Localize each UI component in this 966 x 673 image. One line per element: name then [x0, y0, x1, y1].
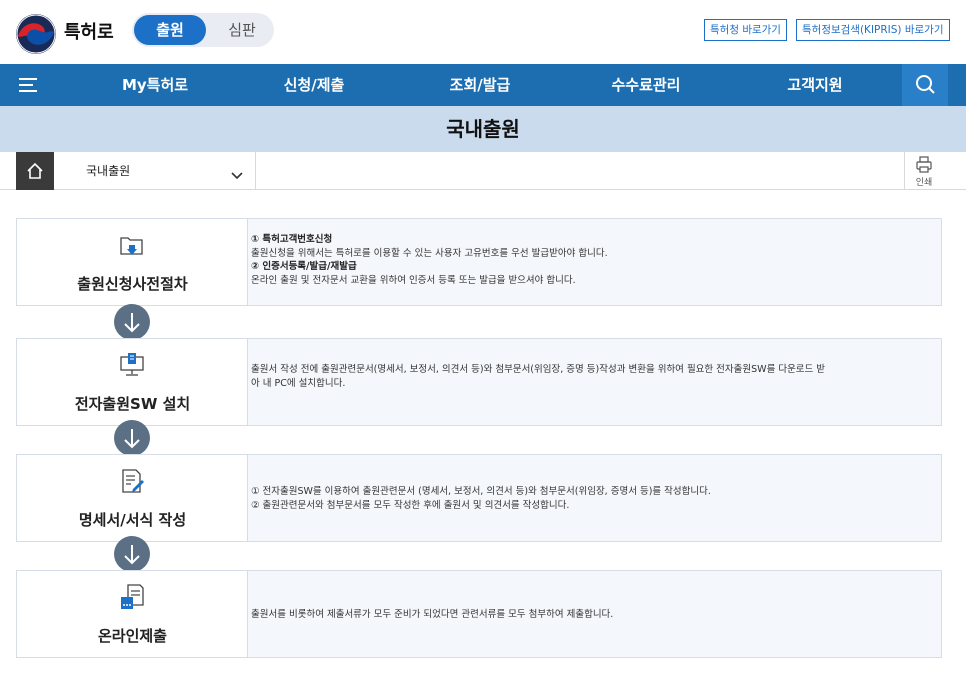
step-card-online-submit: 온라인제출 출원서를 비롯하여 제출서류가 모두 준비가 되었다면 관련서류를 …: [16, 570, 942, 658]
step-title: 출원신청사전절차: [77, 275, 188, 293]
top-header: 특허로 출원 심판 특허청 바로가기 특허정보검색(KIPRIS) 바로가기: [0, 0, 966, 64]
step-header: 출원신청사전절차: [17, 219, 248, 305]
nav-item-inquiry[interactable]: 조회/발급: [420, 64, 540, 106]
government-logo-icon[interactable]: [16, 14, 56, 54]
monitor-install-icon: [118, 351, 146, 379]
tab-trial[interactable]: 심판: [212, 15, 272, 45]
step-card-spec-writing: 명세서/서식 작성 ① 전자출원SW를 이용하여 출원관련문서 (명세서, 보정…: [16, 454, 942, 542]
step-description: ① 특허고객번호신청 출원신청을 위해서는 특허로를 이용할 수 있는 사용자 …: [251, 233, 931, 287]
nav-item-support[interactable]: 고객지원: [755, 64, 875, 106]
step-header: 전자출원SW 설치: [17, 339, 248, 425]
step-text: 아 내 PC에 설치합니다.: [251, 377, 346, 389]
step-subheading: ① 특허고객번호신청: [251, 234, 333, 245]
step-header: 명세서/서식 작성: [17, 455, 248, 541]
home-icon[interactable]: [16, 152, 54, 190]
step-title: 명세서/서식 작성: [78, 511, 187, 529]
step-card-pre-procedure: 출원신청사전절차 ① 특허고객번호신청 출원신청을 위해서는 특허로를 이용할 …: [16, 218, 942, 306]
breadcrumb-label: 국내출원: [86, 164, 131, 178]
step-subheading: ② 인증서등록/발급/재발급: [251, 261, 357, 272]
step-text: 출원서 작성 전에 출원관련문서(명세서, 보정서, 의견서 등)와 첨부문서(…: [251, 364, 826, 375]
tab-application[interactable]: 출원: [134, 15, 206, 45]
kipo-shortcut-link[interactable]: 특허청 바로가기: [704, 19, 787, 41]
nav-item-apply[interactable]: 신청/제출: [254, 64, 374, 106]
print-button[interactable]: 인쇄: [904, 152, 942, 190]
step-card-sw-install: 전자출원SW 설치 출원서 작성 전에 출원관련문서(명세서, 보정서, 의견서…: [16, 338, 942, 426]
nav-item-fees[interactable]: 수수료관리: [586, 64, 706, 106]
kipris-shortcut-link[interactable]: 특허정보검색(KIPRIS) 바로가기: [796, 19, 950, 41]
page-title: 국내출원: [0, 106, 966, 152]
arrow-down-icon: [114, 536, 150, 572]
step-text: 출원서를 비롯하여 제출서류가 모두 준비가 되었다면 관련서류를 모두 첨부하…: [251, 609, 614, 620]
site-logo-text[interactable]: 특허로: [64, 18, 114, 44]
printer-icon: [916, 156, 932, 173]
step-text: ① 전자출원SW를 이용하여 출원관련문서 (명세서, 보정서, 의견서 등)와…: [251, 486, 711, 497]
arrow-down-icon: [114, 420, 150, 456]
hamburger-icon[interactable]: [16, 75, 42, 95]
document-submit-icon: [118, 583, 146, 611]
step-text: ② 출원관련문서와 첨부문서를 모두 작성한 후에 출원서 및 의견서를 작성합…: [251, 499, 570, 511]
step-description: 출원서 작성 전에 출원관련문서(명세서, 보정서, 의견서 등)와 첨부문서(…: [251, 363, 931, 390]
step-title: 전자출원SW 설치: [74, 395, 191, 413]
step-text: 출원신청을 위해서는 특허로를 이용할 수 있는 사용자 고유번호를 우선 발급…: [251, 247, 608, 259]
step-description: 출원서를 비롯하여 제출서류가 모두 준비가 되었다면 관련서류를 모두 첨부하…: [251, 608, 931, 622]
print-label: 인쇄: [915, 178, 933, 188]
step-header: 온라인제출: [17, 571, 248, 657]
nav-item-my[interactable]: My특허로: [95, 64, 215, 106]
step-text: 온라인 출원 및 전자문서 교환을 위하여 인증서 등록 또는 발급을 받으셔야…: [251, 274, 576, 286]
application-type-toggle: 출원 심판: [132, 13, 274, 47]
breadcrumb: 국내출원 인쇄: [0, 152, 966, 190]
breadcrumb-dropdown[interactable]: 국내출원: [54, 152, 256, 190]
search-icon[interactable]: [902, 64, 948, 106]
document-edit-icon: [118, 467, 146, 495]
arrow-down-icon: [114, 304, 150, 340]
main-navigation: My특허로 신청/제출 조회/발급 수수료관리 고객지원: [0, 64, 966, 106]
folder-download-icon: [118, 231, 146, 259]
step-description: ① 전자출원SW를 이용하여 출원관련문서 (명세서, 보정서, 의견서 등)와…: [251, 485, 931, 512]
chevron-down-icon: [230, 166, 244, 180]
step-title: 온라인제출: [97, 627, 167, 645]
